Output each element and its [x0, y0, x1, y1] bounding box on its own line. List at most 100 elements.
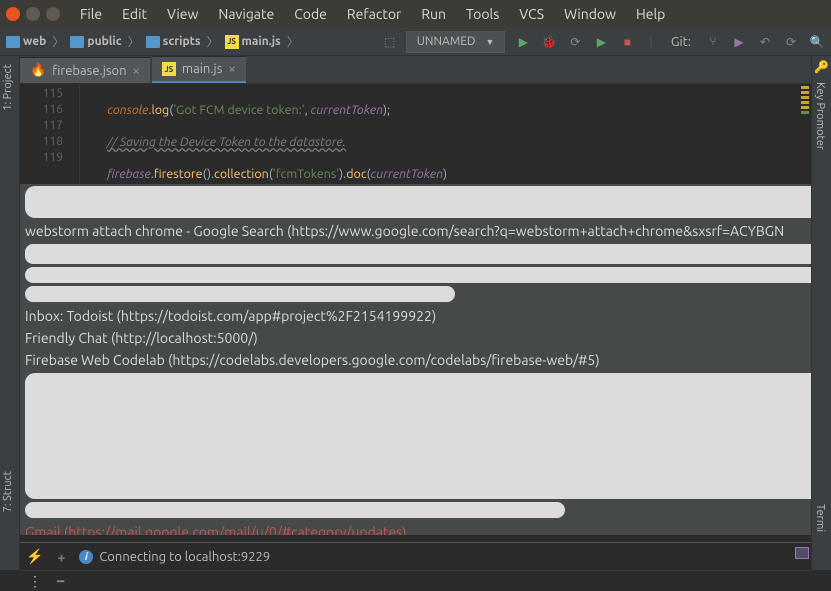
run-config: ⬚ UNNAMED ▼	[382, 31, 506, 53]
stop-icon[interactable]: ■	[619, 34, 635, 50]
terminal-tool-button[interactable]: Termi	[812, 496, 828, 540]
run-config-label: UNNAMED	[417, 35, 476, 48]
chevron-down-icon: ▼	[485, 37, 494, 47]
menu-code[interactable]: Code	[286, 4, 335, 24]
web-icon	[6, 36, 20, 48]
git-commit-icon[interactable]: ▶	[731, 34, 747, 50]
menu-tools[interactable]: Tools	[458, 4, 507, 24]
run-actions: ▶ 🐞 ⟳ ▶ ■ | Git: ⑂ ▶ ↶ ⟳ 🔍	[515, 34, 825, 50]
minimize-icon[interactable]	[26, 7, 40, 21]
debug-panel: ⚡ + i Connecting to localhost:9229 ⋮ −	[20, 542, 811, 590]
menu-navigate[interactable]: Navigate	[210, 4, 282, 24]
breadcrumb-label: web	[23, 35, 46, 48]
toolbar: web 〉 public 〉 scripts 〉 JSmain.js 〉 ⬚ U…	[0, 28, 831, 56]
git-label: Git:	[671, 35, 691, 49]
tab-label: main.js	[182, 62, 222, 76]
line-number: 117	[20, 118, 63, 134]
menu-help[interactable]: Help	[628, 4, 673, 24]
line-number: 118	[20, 134, 63, 150]
menu-run[interactable]: Run	[413, 4, 454, 24]
code-line: console.log('Got FCM device token:', cur…	[90, 102, 447, 118]
search-result-row[interactable]: Gmail (https://mail.google.com/mail/u/0/…	[20, 521, 811, 535]
menu-view[interactable]: View	[159, 4, 206, 24]
js-icon: JS	[162, 62, 176, 76]
info-icon: i	[79, 550, 93, 564]
menu-vcs[interactable]: VCS	[511, 4, 552, 24]
coverage-icon[interactable]: ⟳	[567, 34, 583, 50]
marker-strip	[801, 84, 811, 184]
left-tool-stripe: 1: Project 7: Struct	[0, 56, 20, 570]
menu-refactor[interactable]: Refactor	[339, 4, 409, 24]
search-result-row[interactable]: Firebase Web Codelab (https://codelabs.d…	[20, 349, 811, 371]
line-number: 119	[20, 150, 63, 166]
main-menu: File Edit View Navigate Code Refactor Ru…	[72, 4, 673, 24]
debug-status: i Connecting to localhost:9229	[79, 550, 270, 564]
line-number: 115	[20, 86, 63, 102]
breadcrumb-web[interactable]: web	[6, 35, 46, 48]
run-config-select[interactable]: UNNAMED ▼	[406, 31, 506, 53]
redacted-row	[25, 267, 811, 283]
more-icon[interactable]: ⋮	[28, 573, 42, 590]
breadcrumb-label: public	[87, 35, 121, 48]
menu-edit[interactable]: Edit	[114, 4, 155, 24]
tab-main-js[interactable]: JS main.js ×	[152, 56, 246, 83]
debug-toolbar: ⚡ + i Connecting to localhost:9229	[20, 543, 811, 571]
close-icon[interactable]	[6, 7, 20, 21]
titlebar: File Edit View Navigate Code Refactor Ru…	[0, 0, 831, 28]
search-result-row[interactable]: Inbox: Todoist (https://todoist.com/app#…	[20, 305, 811, 327]
key-icon: 🔑	[812, 56, 831, 74]
search-result-row[interactable]: webstorm attach chrome - Google Search (…	[20, 220, 811, 242]
redacted-row	[25, 502, 565, 518]
gutter: 115 116 117 118 119	[20, 84, 80, 184]
breadcrumb: web 〉 public 〉 scripts 〉 JSmain.js 〉	[6, 33, 301, 50]
tab-label: firebase.json	[52, 64, 126, 78]
bolt-icon[interactable]: ⚡	[26, 548, 43, 565]
tab-firebase-json[interactable]: 🔥 firebase.json ×	[20, 57, 150, 83]
redacted-row	[25, 186, 811, 218]
git-branch-icon[interactable]: ⑂	[705, 34, 721, 50]
code-editor[interactable]: 115 116 117 118 119 console.log('Got FCM…	[20, 84, 811, 184]
close-tab-icon[interactable]: ×	[133, 64, 140, 78]
run-alt-icon[interactable]: ▶	[593, 34, 609, 50]
editor-body: 115 116 117 118 119 console.log('Got FCM…	[20, 84, 811, 590]
search-icon[interactable]: 🔍	[809, 34, 825, 50]
chevron-right-icon: 〉	[285, 33, 301, 50]
run-icon[interactable]: ▶	[515, 34, 531, 50]
chevron-right-icon: 〉	[205, 33, 221, 50]
menu-file[interactable]: File	[72, 4, 110, 24]
chevron-right-icon: 〉	[126, 33, 142, 50]
debug-icon[interactable]: 🐞	[541, 34, 557, 50]
code-content[interactable]: console.log('Got FCM device token:', cur…	[80, 84, 447, 184]
menu-window[interactable]: Window	[556, 4, 624, 24]
window-controls	[6, 7, 60, 21]
terminal-icon[interactable]	[795, 547, 809, 559]
breadcrumb-scripts[interactable]: scripts	[146, 35, 201, 48]
device-icon[interactable]: ⬚	[382, 34, 398, 50]
breadcrumb-public[interactable]: public	[70, 35, 121, 48]
close-tab-icon[interactable]: ×	[228, 62, 235, 76]
key-promoter-tool-button[interactable]: Key Promoter	[812, 74, 828, 158]
search-everywhere-popup[interactable]: webstorm attach chrome - Google Search (…	[20, 184, 811, 535]
add-icon[interactable]: +	[57, 549, 65, 565]
search-result-row[interactable]: Friendly Chat (http://localhost:5000/)	[20, 327, 811, 349]
project-tool-button[interactable]: 1: Project	[0, 56, 16, 119]
folder-icon	[70, 36, 84, 48]
chevron-right-icon: 〉	[50, 33, 66, 50]
right-tool-stripe: 🔑 Key Promoter Termi	[811, 56, 831, 570]
minus-icon[interactable]: −	[56, 572, 65, 590]
breadcrumb-label: main.js	[242, 35, 281, 48]
redacted-row	[25, 286, 455, 302]
maximize-icon[interactable]	[46, 7, 60, 21]
breadcrumb-mainjs[interactable]: JSmain.js	[225, 35, 281, 49]
breadcrumb-label: scripts	[163, 35, 201, 48]
debug-status-text: Connecting to localhost:9229	[99, 550, 270, 564]
debug-sub-toolbar: ⋮ −	[20, 571, 811, 591]
folder-icon	[146, 36, 160, 48]
js-icon: JS	[225, 35, 239, 49]
editor-tabs: 🔥 firebase.json × JS main.js ×	[0, 56, 831, 84]
redacted-row	[25, 244, 811, 264]
structure-tool-button[interactable]: 7: Struct	[0, 463, 16, 520]
firebase-icon: 🔥	[30, 63, 46, 78]
git-pull-icon[interactable]: ⟳	[783, 34, 799, 50]
git-history-icon[interactable]: ↶	[757, 34, 773, 50]
